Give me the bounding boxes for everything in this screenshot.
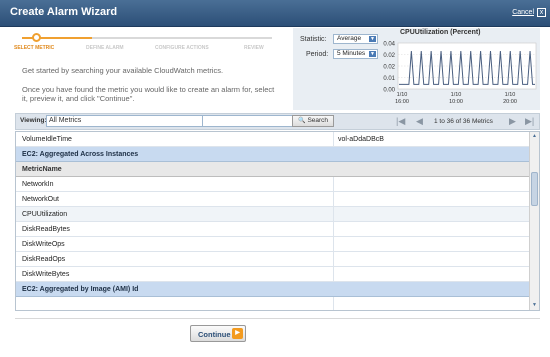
metric-name-cell: NetworkOut (22, 196, 59, 203)
scroll-up-icon[interactable]: ▲ (531, 133, 538, 140)
group-header-row: EC2: Aggregated Across Instances (16, 147, 529, 162)
column-divider (333, 222, 334, 236)
scroll-thumb[interactable] (531, 172, 538, 206)
y-tick-label: 0.04 (383, 42, 395, 48)
y-tick-label: 0.02 (383, 65, 395, 71)
last-page-icon[interactable]: ▶| (525, 116, 534, 126)
title-bar: Create Alarm Wizard Cancel x (0, 0, 550, 27)
viewing-select[interactable]: All Metrics ▼ (46, 115, 216, 127)
metric-name-cell: DiskReadBytes (22, 226, 70, 233)
step-configure-actions: CONFIGURE ACTIONS (155, 45, 209, 51)
intro-text-search: Get started by searching your available … (22, 66, 224, 75)
continue-button[interactable]: Continue ▶ (190, 325, 246, 342)
table-row[interactable]: NetworkIn (16, 177, 529, 192)
grid-scrollbar[interactable]: ▲ ▼ (529, 132, 539, 310)
volume-id-cell: vol-aDdaDBcB (338, 136, 384, 143)
footer-divider (15, 318, 540, 319)
table-row[interactable]: DiskReadBytes (16, 222, 529, 237)
x-tick-time: 16:00 (395, 99, 409, 105)
metric-name-cell: DiskWriteBytes (22, 271, 70, 278)
search-button[interactable]: 🔍 Search (292, 115, 334, 127)
table-row[interactable]: DiskReadOps (16, 252, 529, 267)
metric-name-cell: VolumeIdleTime (22, 136, 72, 143)
y-tick-label: 0.00 (383, 88, 395, 94)
x-tick-time: 20:00 (503, 99, 517, 105)
statistic-value: Average (337, 35, 362, 42)
column-divider (333, 207, 334, 221)
chart-title: CPUUtilization (Percent) (400, 29, 481, 36)
prev-page-icon[interactable]: ◀ (416, 116, 423, 126)
column-divider (333, 267, 334, 281)
first-page-icon[interactable]: |◀ (396, 116, 405, 126)
metrics-grid: VolumeIdleTime vol-aDdaDBcB EC2: Aggrega… (15, 131, 540, 311)
search-icon: 🔍 (297, 118, 306, 124)
metric-search-input[interactable] (202, 115, 304, 127)
current-step-dot (32, 33, 41, 42)
group-title: EC2: Aggregated by Image (AMI) Id (22, 286, 139, 293)
continue-label: Continue (198, 330, 231, 339)
table-row[interactable]: DiskWriteBytes (16, 267, 529, 282)
wizard-steps: SELECT METRIC DEFINE ALARM CONFIGURE ACT… (14, 32, 274, 54)
statistic-label: Statistic: (300, 36, 327, 43)
next-page-icon[interactable]: ▶ (509, 116, 516, 126)
group-title: EC2: Aggregated Across Instances (22, 151, 139, 158)
table-row[interactable]: DiskWriteOps (16, 237, 529, 252)
period-label: Period: (306, 51, 329, 58)
scroll-down-icon[interactable]: ▼ (531, 302, 538, 309)
dialog-title: Create Alarm Wizard (10, 6, 118, 18)
column-header-row: MetricName (16, 162, 529, 177)
search-button-label: Search (307, 117, 329, 124)
x-tick-date: 1/10 (505, 92, 516, 98)
pager-status: 1 to 36 of 36 Metrics (434, 118, 493, 125)
close-icon[interactable]: x (537, 8, 546, 17)
y-tick-label: 0.02 (383, 53, 395, 59)
column-divider (333, 297, 334, 310)
metric-name-cell: DiskWriteOps (22, 241, 65, 248)
x-tick-date: 1/10 (451, 92, 462, 98)
y-tick-label: 0.01 (383, 76, 395, 82)
x-tick-time: 10:00 (449, 99, 463, 105)
step-review: REVIEW (244, 45, 264, 51)
step-define-alarm: DEFINE ALARM (86, 45, 124, 51)
metrics-toolbar: Viewing: All Metrics ▼ 🔍Search |◀ ◀ 1 to… (15, 113, 540, 130)
group-header-row: EC2: Aggregated by Image (AMI) Id (16, 282, 529, 297)
table-row[interactable]: NetworkOut (16, 192, 529, 207)
column-divider (333, 237, 334, 251)
viewing-value: All Metrics (49, 117, 82, 124)
column-divider (333, 177, 334, 191)
column-divider (333, 132, 334, 146)
column-header-metricname[interactable]: MetricName (22, 166, 62, 173)
intro-text-instructions: Once you have found the metric you would… (22, 85, 275, 103)
step-select-metric: SELECT METRIC (14, 45, 55, 51)
metric-name-cell: DiskReadOps (22, 256, 66, 263)
viewing-label: Viewing: (20, 117, 47, 124)
cancel-link[interactable]: Cancel (512, 9, 534, 16)
table-row[interactable]: VolumeIdleTime vol-aDdaDBcB (16, 132, 529, 147)
table-row[interactable] (16, 297, 529, 310)
x-tick-date: 1/10 (397, 92, 408, 98)
metric-name-cell: NetworkIn (22, 181, 54, 188)
column-divider (333, 192, 334, 206)
period-value: 5 Minutes (337, 50, 366, 57)
arrow-right-icon: ▶ (232, 328, 243, 339)
metric-name-cell: CPUUtilization (22, 211, 68, 218)
cpu-utilization-chart: 0.040.020.020.010.001/1016:001/1010:001/… (383, 42, 537, 105)
table-row[interactable]: CPUUtilization (16, 207, 529, 222)
column-divider (333, 252, 334, 266)
